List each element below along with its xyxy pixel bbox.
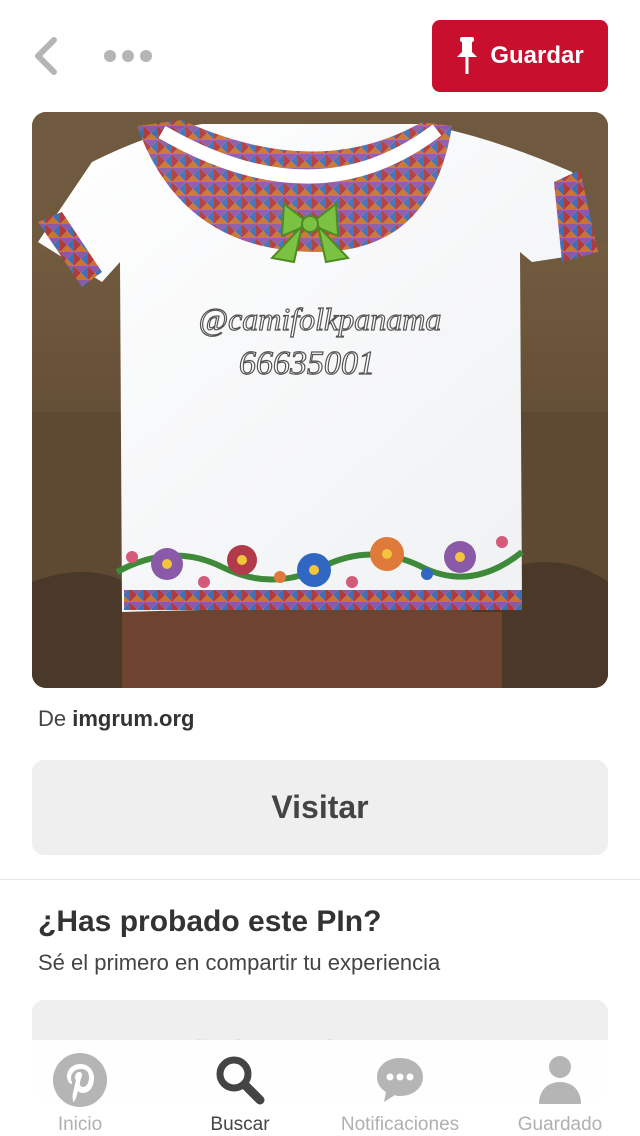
dot-icon bbox=[122, 50, 134, 62]
search-icon bbox=[216, 1056, 265, 1105]
back-button[interactable] bbox=[26, 34, 66, 78]
dot-icon bbox=[104, 50, 116, 62]
tab-saved[interactable]: Guardado bbox=[480, 1040, 640, 1136]
pushpin-icon bbox=[457, 37, 478, 74]
dot-icon bbox=[140, 50, 152, 62]
chevron-left-icon bbox=[35, 37, 57, 75]
tab-search[interactable]: Buscar bbox=[160, 1040, 320, 1136]
pin-source[interactable]: De imgrum.org bbox=[38, 706, 194, 732]
tab-notifications-label: Notificaciones bbox=[340, 1114, 460, 1135]
source-domain[interactable]: imgrum.org bbox=[72, 706, 194, 731]
pinterest-logo-icon bbox=[53, 1053, 107, 1107]
bottom-tab-bar: Inicio Buscar Notificaciones Guardado bbox=[0, 1040, 640, 1136]
pin-image[interactable]: @camifolkpanama 66635001 bbox=[32, 112, 608, 688]
chat-bubble-icon bbox=[377, 1058, 423, 1102]
visit-button[interactable]: Visitar bbox=[32, 760, 608, 855]
tried-pin-title: ¿Has probado este PIn? bbox=[38, 905, 382, 938]
tried-pin-subtitle: Sé el primero en compartir tu experienci… bbox=[38, 950, 441, 975]
tab-saved-label: Guardado bbox=[517, 1114, 603, 1135]
tab-home[interactable]: Inicio bbox=[0, 1040, 160, 1136]
watermark-handle: @camifolkpanama bbox=[199, 301, 442, 337]
source-prefix: De bbox=[38, 706, 67, 731]
save-button-label: Guardar bbox=[490, 42, 584, 69]
tab-search-label: Buscar bbox=[210, 1114, 270, 1135]
tab-notifications[interactable]: Notificaciones bbox=[320, 1040, 480, 1136]
top-bar: Guardar bbox=[0, 0, 640, 112]
tab-home-label: Inicio bbox=[57, 1114, 103, 1135]
more-options-button[interactable] bbox=[100, 38, 156, 74]
save-button[interactable]: Guardar bbox=[432, 20, 608, 92]
person-icon bbox=[539, 1056, 581, 1104]
section-divider bbox=[0, 879, 640, 880]
watermark-phone: 66635001 bbox=[239, 345, 375, 382]
